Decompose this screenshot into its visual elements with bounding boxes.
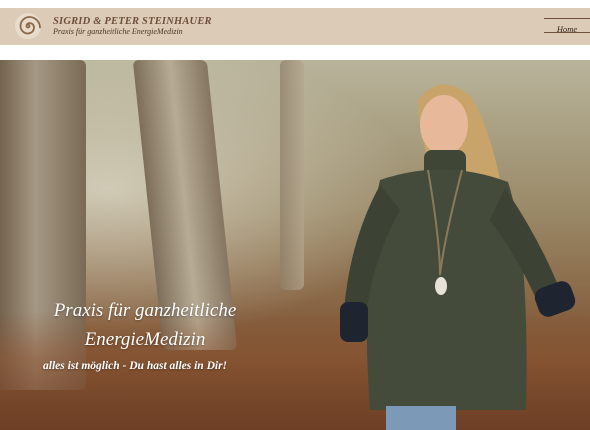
hero-section: Praxis für ganzheitliche EnergieMedizin … [0,60,590,430]
brand[interactable]: SIGRID & PETER STEINHAUER Praxis für gan… [53,16,212,37]
woman-walking-in-forest-photo [340,84,576,430]
brand-name: SIGRID & PETER STEINHAUER [53,16,212,27]
nav-menu: Home [544,18,590,34]
site-header: SIGRID & PETER STEINHAUER Praxis für gan… [0,8,590,45]
tree-trunk [280,60,304,290]
spiral-logo-icon[interactable] [14,12,42,40]
hero-title-line-2: EnergieMedizin [84,329,206,350]
hero-title-line-1: Praxis für ganzheitliche [53,300,237,321]
hero-tagline: alles ist möglich - Du hast alles in Dir… [43,360,228,372]
nav-home-link[interactable]: Home [557,24,577,34]
brand-subtitle: Praxis für ganzheitliche EnergieMedizin [53,27,183,36]
hero-title: Praxis für ganzheitliche EnergieMedizin [40,296,250,354]
